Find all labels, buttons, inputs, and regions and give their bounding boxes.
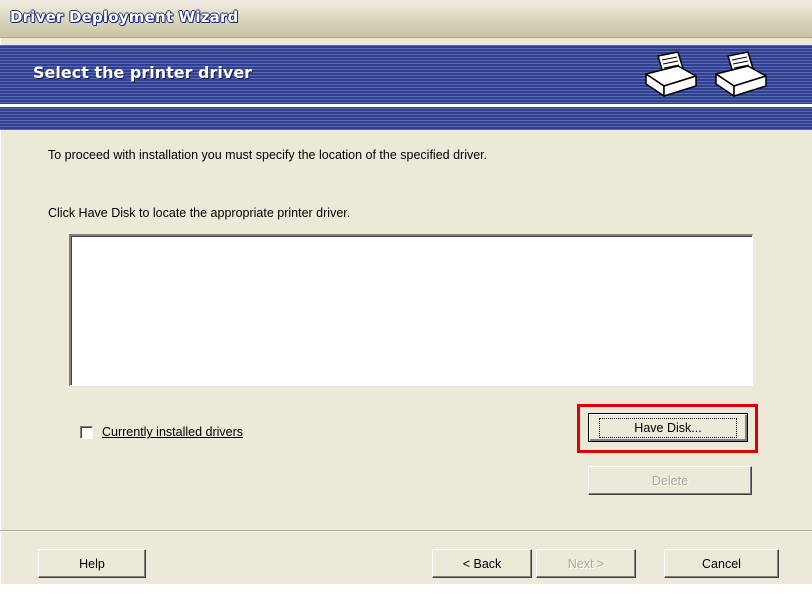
instruction-text-have-disk: Click Have Disk to locate the appropriat… [48,206,351,220]
delete-button[interactable]: Delete [588,466,752,495]
highlight-box [577,404,758,453]
instruction-text: To proceed with installation you must sp… [48,148,488,162]
wizard-window: Driver Deployment Wizard Select the prin… [0,0,812,584]
back-button[interactable]: < Back [432,549,532,578]
footer-divider [0,530,812,532]
checkbox-label[interactable]: Currently installed drivers [102,425,243,439]
banner-separator [0,104,812,107]
wizard-header-banner: Select the printer driver [0,45,812,130]
checkbox-box[interactable] [80,426,93,439]
window-title: Driver Deployment Wizard [10,8,239,26]
next-label: Next > [567,556,605,571]
checkbox-label-text: Currently installed drivers [102,425,244,439]
cancel-label: Cancel [702,556,741,571]
printer-icon [645,51,697,97]
printer-icon [715,51,767,97]
help-label: Help [79,556,105,571]
back-label: < Back [462,556,502,571]
title-bar[interactable]: Driver Deployment Wizard [0,0,812,38]
next-button[interactable]: Next > [536,549,636,578]
driver-listbox[interactable] [69,234,753,386]
delete-label: Delete [651,473,689,488]
help-button[interactable]: Help [38,549,146,578]
page-heading: Select the printer driver [33,63,253,82]
cancel-button[interactable]: Cancel [664,549,779,578]
